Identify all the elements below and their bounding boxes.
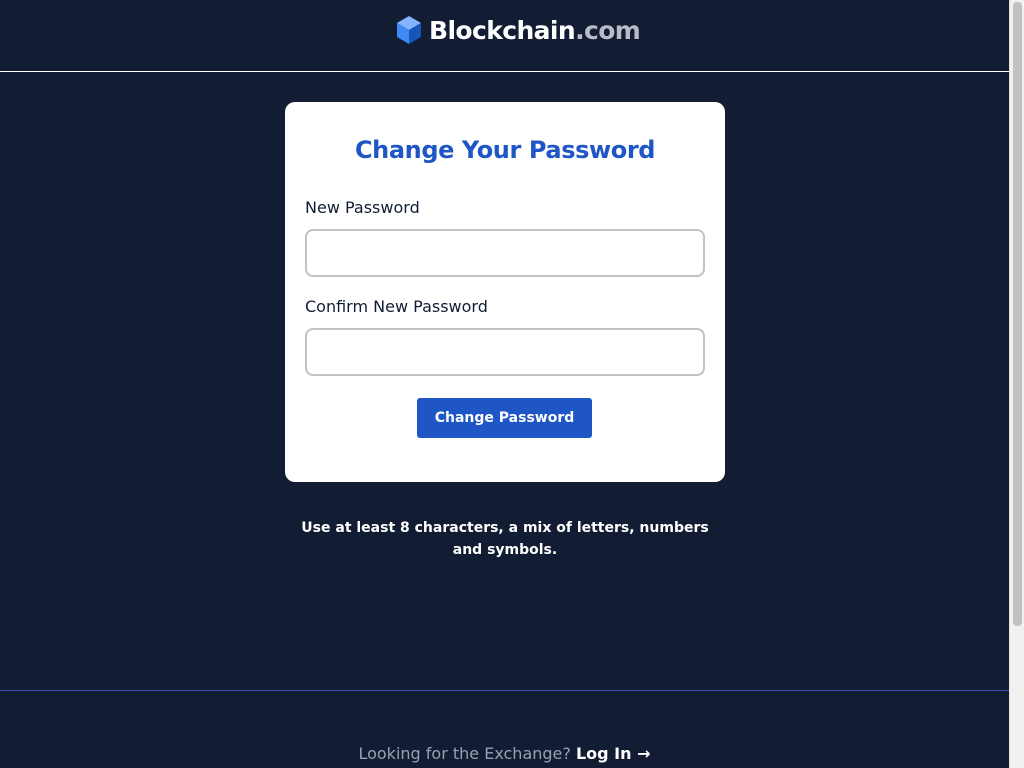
change-password-button[interactable]: Change Password: [417, 398, 592, 438]
logo-wordmark: Blockchain.com: [429, 15, 641, 45]
password-requirements-hint: Use at least 8 characters, a mix of lett…: [301, 520, 709, 558]
change-password-card: Change Your Password New Password Confir…: [285, 102, 725, 482]
page-scrollbar[interactable]: [1009, 0, 1024, 768]
new-password-input[interactable]: [305, 229, 705, 277]
blockchain-logo[interactable]: Blockchain.com: [395, 14, 641, 46]
arrow-right-icon: →: [637, 744, 651, 763]
footer-divider: [0, 690, 1009, 691]
site-header: Blockchain.com: [0, 0, 1009, 72]
exchange-login-prompt: Looking for the Exchange? Log In →: [0, 744, 1009, 763]
scrollbar-thumb[interactable]: [1013, 2, 1022, 626]
confirm-password-label: Confirm New Password: [305, 297, 488, 316]
logo-suffix: .com: [575, 15, 641, 45]
exchange-login-label: Log In: [575, 744, 632, 763]
page-title: Change Your Password: [354, 136, 656, 164]
change-password-page: Blockchain.com Change Your Password New …: [0, 0, 1009, 768]
blockchain-cube-icon: [397, 16, 421, 44]
confirm-password-input[interactable]: [305, 328, 705, 376]
logo-name: Blockchain: [429, 15, 576, 45]
exchange-login-link[interactable]: Log In →: [576, 744, 651, 763]
exchange-prompt-text: Looking for the Exchange?: [358, 744, 571, 763]
new-password-label: New Password: [305, 198, 420, 217]
